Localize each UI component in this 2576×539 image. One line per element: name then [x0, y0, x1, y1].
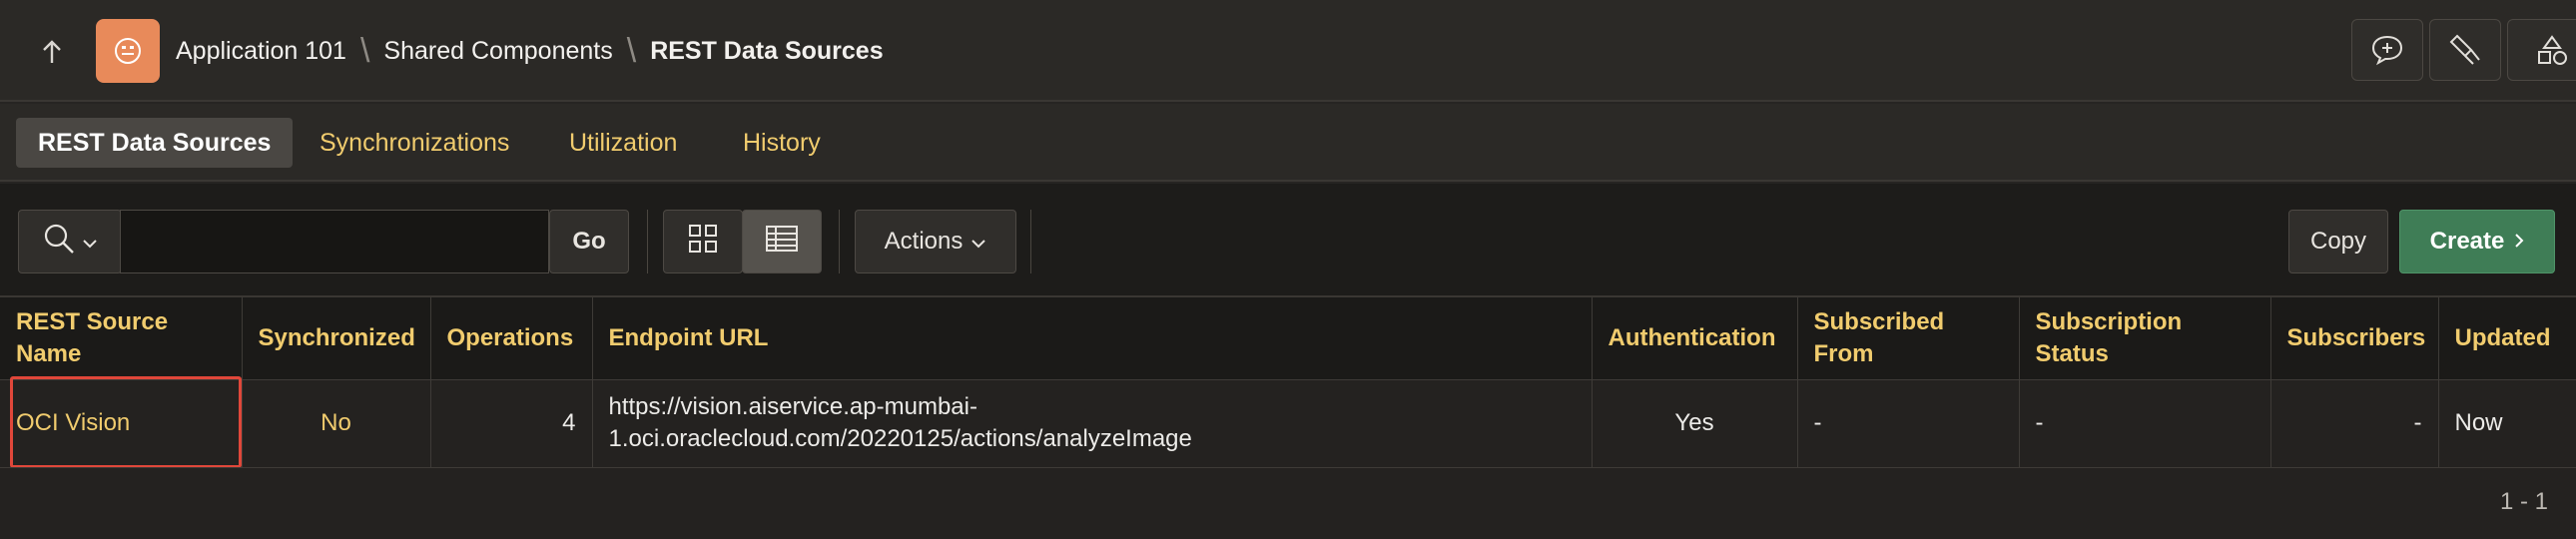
actions-label: Actions — [884, 228, 964, 255]
actions-menu-button[interactable]: Actions — [855, 210, 1016, 273]
report-view-button[interactable] — [742, 210, 822, 273]
column-header-endpoint-url[interactable]: Endpoint URL — [592, 297, 1593, 380]
column-header-subscribed-from[interactable]: Subscribed From — [1797, 297, 2020, 380]
tab-synchronizations[interactable]: Synchronizations — [298, 118, 531, 168]
app-face-icon[interactable] — [96, 19, 160, 83]
endpoint-url-line: 1.oci.oraclecloud.com/20220125/actions/a… — [608, 425, 1192, 452]
breadcrumb-shared-components[interactable]: Shared Components — [383, 37, 612, 66]
pagination-label: 1 - 1 — [2499, 488, 2548, 515]
column-header-subscribers[interactable]: Subscribers — [2270, 297, 2439, 380]
breadcrumb-separator: \ — [626, 31, 637, 70]
tab-history[interactable]: History — [721, 118, 843, 168]
column-header-synchronized[interactable]: Synchronized — [242, 297, 431, 380]
chevron-right-icon — [2514, 228, 2524, 256]
shapes-icon[interactable] — [2507, 19, 2576, 81]
icon-view-button[interactable] — [663, 210, 743, 273]
report-table-region: REST Source Name Synchronized Operations… — [0, 297, 2576, 468]
app-header: Application 101 \ Shared Components \ RE… — [0, 0, 2576, 102]
breadcrumb-application[interactable]: Application 101 — [176, 37, 346, 66]
breadcrumb: Application 101 \ Shared Components \ RE… — [176, 0, 884, 102]
synchronized-cell[interactable]: No — [242, 379, 431, 468]
copy-button[interactable]: Copy — [2288, 210, 2388, 273]
search-column-button[interactable] — [18, 210, 122, 273]
chat-plus-icon[interactable] — [2351, 19, 2423, 81]
rest-sources-table: REST Source Name Synchronized Operations… — [0, 297, 2576, 468]
create-label: Create — [2429, 228, 2505, 255]
toolbar-divider — [839, 210, 840, 273]
table-header-row: REST Source Name Synchronized Operations… — [0, 297, 2576, 380]
report-toolbar: Go Actions Copy Create — [0, 184, 2576, 297]
toolbar-divider — [647, 210, 648, 273]
report-footer: 1 - 1 — [0, 467, 2576, 539]
breadcrumb-separator: \ — [359, 31, 370, 70]
updated-cell: Now — [2438, 379, 2576, 468]
go-button[interactable]: Go — [549, 210, 629, 273]
search-icon — [42, 222, 76, 263]
endpoint-url-cell: https://vision.aiservice.ap-mumbai- 1.oc… — [592, 379, 1593, 468]
create-button[interactable]: Create — [2399, 210, 2555, 273]
grid-view-icon — [688, 224, 718, 261]
rest-source-name-cell[interactable]: OCI Vision — [0, 379, 243, 468]
subscribed-from-cell: - — [1797, 379, 2020, 468]
subscription-status-cell: - — [2019, 379, 2271, 468]
endpoint-url-line: https://vision.aiservice.ap-mumbai- — [608, 393, 977, 420]
rest-source-name-link[interactable]: OCI Vision — [16, 409, 130, 436]
column-header-name[interactable]: REST Source Name — [0, 297, 243, 380]
authentication-cell: Yes — [1592, 379, 1798, 468]
chevron-down-icon — [82, 228, 98, 256]
column-header-authentication[interactable]: Authentication — [1592, 297, 1798, 380]
search-input[interactable] — [120, 210, 549, 273]
table-row: OCI Vision No 4 https://vision.aiservice… — [0, 379, 2576, 468]
flashlight-icon[interactable] — [2429, 19, 2501, 81]
tab-bar: REST Data Sources Synchronizations Utili… — [0, 104, 2576, 182]
chevron-down-icon — [970, 228, 986, 256]
column-header-updated[interactable]: Updated — [2438, 297, 2576, 380]
table-view-icon — [765, 225, 799, 260]
toolbar-divider — [1030, 210, 1031, 273]
tab-utilization[interactable]: Utilization — [547, 118, 699, 168]
column-header-operations[interactable]: Operations — [430, 297, 593, 380]
up-arrow-icon[interactable] — [28, 30, 76, 74]
tab-rest-data-sources[interactable]: REST Data Sources — [16, 118, 294, 168]
column-header-subscription-status[interactable]: Subscription Status — [2019, 297, 2271, 380]
operations-cell: 4 — [430, 379, 593, 468]
page-title: REST Data Sources — [650, 36, 884, 65]
subscribers-cell: - — [2270, 379, 2439, 468]
